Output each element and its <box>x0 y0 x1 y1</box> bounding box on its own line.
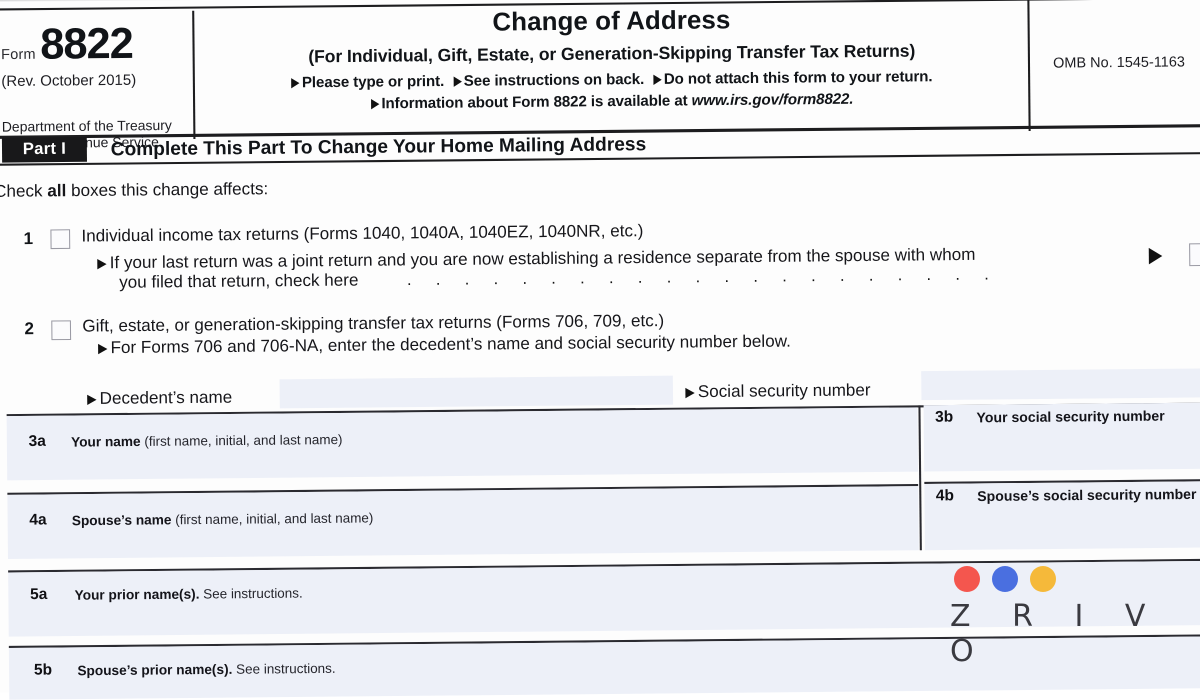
arrow-icon <box>453 76 462 88</box>
line-2-number: 2 <box>24 319 35 339</box>
row-4a-label: Spouse’s name (first name, initial, and … <box>72 510 374 528</box>
form-header: Form 8822 (Rev. October 2015) Department… <box>0 0 1200 151</box>
arrow-icon <box>97 258 107 269</box>
logo-dot-yellow <box>1030 566 1056 592</box>
social-security-number-label-text: Social security number <box>697 380 871 402</box>
arrow-icon <box>291 78 300 89</box>
row-5a-label: Your prior name(s). See instructions. <box>75 585 303 603</box>
row-3a-label-rest: (first name, initial, and last name) <box>140 431 343 450</box>
form-revision-date: (Rev. October 2015) <box>1 72 137 91</box>
row-4b-number: 4b <box>935 486 955 505</box>
arrow-icon <box>653 74 662 86</box>
row-3-4-divider <box>918 405 922 551</box>
form-instruction-line-1: Please type or print. See instructions o… <box>195 68 1029 93</box>
row-5b-label: Spouse’s prior name(s). See instructions… <box>77 660 335 678</box>
department-line-1: Department of the Treasury <box>1 117 172 135</box>
row-4a-label-rest: (first name, initial, and last name) <box>171 509 374 528</box>
row-3b-label: Your social security number <box>976 408 1165 426</box>
row-5b-label-rest: See instructions. <box>232 660 336 677</box>
part-title: Complete This Part To Change Your Home M… <box>110 132 647 160</box>
check-all-boxes-prompt: Check all boxes this change affects: <box>0 180 268 202</box>
instruction-info-text: Information about Form 8822 is available… <box>381 92 688 113</box>
row-5b-label-bold: Spouse’s prior name(s). <box>77 661 233 679</box>
row-5a-label-bold: Your prior name(s). <box>74 586 200 603</box>
line-2-sub-line-1-text: For Forms 706 and 706-NA, enter the dece… <box>110 332 791 358</box>
row-5b-number: 5b <box>33 661 53 679</box>
form-number: 8822 <box>40 18 134 69</box>
omb-block: OMB No. 1545-1163 <box>1029 0 1200 131</box>
row-4a-number: 4a <box>29 511 47 529</box>
check-prompt-all: all <box>47 181 67 201</box>
row-5a-number: 5a <box>30 585 48 604</box>
scan-edge-shadow <box>0 0 276 3</box>
row-3b-number: 3b <box>934 408 954 426</box>
arrow-icon <box>87 394 97 405</box>
decedent-name-label-text: Decedent’s name <box>99 388 233 409</box>
row-3a-label-bold: Your name <box>70 433 141 450</box>
form-subtitle: (For Individual, Gift, Estate, or Genera… <box>308 41 916 67</box>
logo-wordmark: Z R I V O <box>950 599 1162 669</box>
line-1-sub-line-2-text: you filed that return, check here <box>119 270 359 292</box>
line-2-sub-line-1: For Forms 706 and 706-NA, enter the dece… <box>98 332 791 358</box>
instruction-type-or-print: Please type or print. <box>301 73 445 92</box>
arrow-icon <box>371 99 380 110</box>
logo-dot-blue <box>992 566 1018 592</box>
instruction-see-instructions: See instructions on back. <box>463 71 645 90</box>
decedent-name-input[interactable] <box>279 375 674 409</box>
line-1-text: Individual income tax returns (Forms 104… <box>81 221 644 246</box>
line-1-checkbox-arrow-icon <box>1148 247 1166 266</box>
social-security-number-label: Social security number <box>685 380 871 402</box>
form-word-label: Form <box>1 45 36 63</box>
irs-website-link[interactable]: www.irs.gov/form8822. <box>692 91 854 109</box>
instruction-do-not-attach: Do not attach this form to your return. <box>663 68 933 88</box>
omb-number: OMB No. 1545-1163 <box>1053 52 1186 71</box>
form-title-block: Change of Address (For Individual, Gift,… <box>194 0 1029 139</box>
row-3a-label: Your name (first name, initial, and last… <box>71 432 343 450</box>
arrow-icon <box>98 343 108 354</box>
form-title: Change of Address <box>492 5 731 37</box>
part-number-tag: Part I <box>1 136 87 163</box>
logo-dot-red <box>954 566 980 592</box>
check-prompt-pre: Check <box>0 181 43 201</box>
row-4b-label: Spouse’s social security number <box>977 486 1197 505</box>
decedent-ssn-input[interactable] <box>921 368 1200 401</box>
line-2-text: Gift, estate, or generation-skipping tra… <box>82 311 665 336</box>
row-3a-number: 3a <box>28 432 46 451</box>
row-5a-label-rest: See instructions. <box>199 585 303 602</box>
line-1-number: 1 <box>23 229 34 249</box>
arrow-icon <box>685 387 695 398</box>
form-identity-block: Form 8822 (Rev. October 2015) Department… <box>0 7 194 151</box>
line-1-checkbox[interactable] <box>50 229 71 250</box>
decedent-name-label: Decedent’s name <box>87 388 232 409</box>
line-2-checkbox[interactable] <box>51 320 72 341</box>
form-instruction-line-2: Information about Form 8822 is available… <box>195 90 1029 115</box>
check-prompt-post: boxes this change affects: <box>66 179 269 201</box>
zrivo-watermark-logo: Z R I V O <box>950 566 1190 669</box>
row-4a-label-bold: Spouse’s name <box>71 511 172 529</box>
line-1-joint-return-checkbox[interactable] <box>1189 243 1200 267</box>
